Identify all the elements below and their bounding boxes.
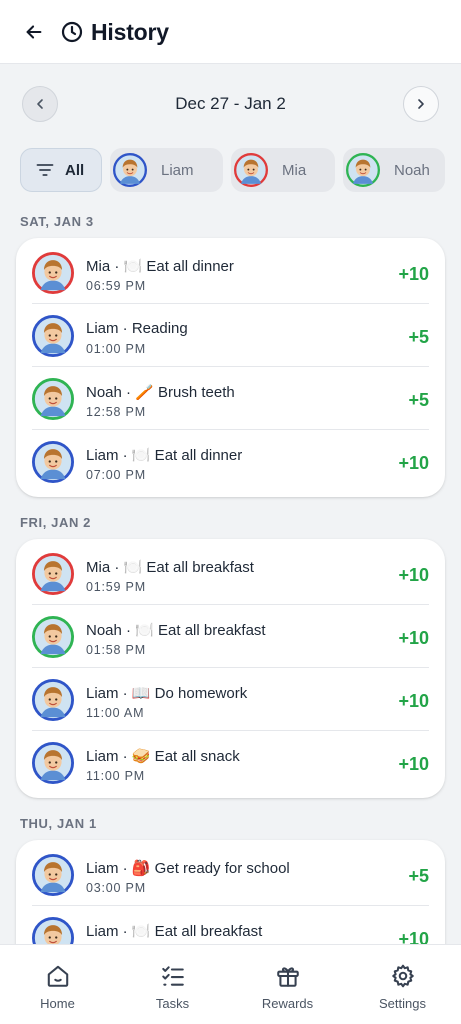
week-navigator: Dec 27 - Jan 2 (22, 84, 439, 124)
entry-title: Liam · 🎒 Get ready for school (86, 860, 290, 877)
entry-time: 03:00 PM (86, 881, 146, 895)
filter-chip-noah[interactable]: Noah (343, 148, 445, 192)
back-button[interactable] (18, 16, 50, 48)
entry-title: Mia · 🍽️ Eat all breakfast (86, 559, 254, 576)
avatar (32, 679, 74, 721)
filter-chip-label: Mia (282, 161, 307, 179)
entry-points: +10 (398, 453, 429, 473)
avatar (346, 153, 380, 187)
nav-tab-label: Home (40, 996, 75, 1011)
avatar (32, 252, 74, 294)
tasks-icon (160, 963, 186, 989)
entry-points: +5 (408, 866, 429, 886)
avatar (32, 553, 74, 595)
next-week-button[interactable] (403, 86, 439, 122)
entry-title: Liam · 🥪 Eat all snack (86, 748, 240, 765)
nav-tab-rewards[interactable]: Rewards (230, 945, 345, 1024)
nav-tab-home[interactable]: Home (0, 945, 115, 1024)
history-entry[interactable]: Liam · 📖 Do homework 11:00 AM +10 (32, 668, 429, 731)
avatar (32, 742, 74, 784)
gear-icon (390, 963, 416, 989)
entry-time: 01:58 PM (86, 643, 146, 657)
avatar (113, 153, 147, 187)
history-entry[interactable]: Liam · 🥪 Eat all snack 11:00 PM +10 (32, 731, 429, 794)
page-title: History (91, 18, 169, 45)
history-entry[interactable]: Liam · Reading 01:00 PM +5 (32, 304, 429, 367)
nav-tab-settings[interactable]: Settings (345, 945, 460, 1024)
filter-chip-label: All (65, 161, 85, 179)
week-range-label: Dec 27 - Jan 2 (175, 94, 286, 113)
nav-tab-label: Tasks (155, 996, 190, 1011)
entry-title: Liam · 🍽️ Eat all dinner (86, 447, 243, 464)
avatar (32, 315, 74, 357)
bottom-nav: Home Tasks Rewards Settings (0, 944, 461, 1024)
entry-time: 07:00 PM (86, 468, 146, 482)
kid-filter-bar: All Liam Mia Noah (20, 148, 461, 192)
nav-tab-label: Rewards (261, 996, 314, 1011)
filter-chip-mia[interactable]: Mia (231, 148, 335, 192)
avatar (32, 854, 74, 896)
avatar (234, 153, 268, 187)
entry-time: 12:58 PM (86, 405, 146, 419)
chevron-right-icon (418, 99, 424, 109)
filter-chip-liam[interactable]: Liam (110, 148, 223, 192)
entry-points: +10 (398, 264, 429, 284)
day-card: Mia · 🍽️ Eat all dinner 06:59 PM +10 Lia… (16, 238, 445, 497)
filter-icon (36, 164, 54, 176)
entry-title: Mia · 🍽️ Eat all dinner (86, 258, 234, 275)
history-entry[interactable]: Liam · 🍽️ Eat all dinner 07:00 PM +10 (32, 430, 429, 493)
entry-title: Noah · 🪥 Brush teeth (86, 384, 235, 401)
filter-chip-label: Liam (161, 161, 194, 179)
entry-points: +10 (398, 691, 429, 711)
home-icon (45, 963, 71, 989)
entry-time: 01:00 PM (86, 342, 146, 356)
entry-points: +10 (398, 628, 429, 648)
entry-title: Liam · 🍽️ Eat all breakfast (86, 923, 263, 940)
entry-points: +5 (408, 390, 429, 410)
nav-tab-label: Settings (379, 996, 426, 1011)
arrow-left-icon (26, 25, 42, 39)
entry-points: +5 (408, 327, 429, 347)
avatar (32, 616, 74, 658)
day-header: SAT, JAN 3 (20, 214, 94, 229)
history-entry[interactable]: Mia · 🍽️ Eat all breakfast 01:59 PM +10 (32, 542, 429, 605)
entry-points: +10 (398, 565, 429, 585)
filter-chip-all[interactable]: All (20, 148, 102, 192)
day-card: Mia · 🍽️ Eat all breakfast 01:59 PM +10 … (16, 539, 445, 798)
nav-tab-tasks[interactable]: Tasks (115, 945, 230, 1024)
history-entry[interactable]: Mia · 🍽️ Eat all dinner 06:59 PM +10 (32, 241, 429, 304)
entry-time: 06:59 PM (86, 279, 146, 293)
history-entry[interactable]: Noah · 🪥 Brush teeth 12:58 PM +5 (32, 367, 429, 430)
entry-title: Liam · Reading (86, 320, 188, 337)
clock-icon (60, 20, 84, 44)
gift-icon (275, 963, 301, 989)
entry-title: Liam · 📖 Do homework (86, 685, 248, 702)
day-header: THU, JAN 1 (20, 816, 97, 831)
avatar (32, 441, 74, 483)
history-entry[interactable]: Liam · 🎒 Get ready for school 03:00 PM +… (32, 843, 429, 906)
entry-time: 11:00 PM (86, 769, 145, 783)
history-entry[interactable]: Noah · 🍽️ Eat all breakfast 01:58 PM +10 (32, 605, 429, 668)
entry-title: Noah · 🍽️ Eat all breakfast (86, 622, 266, 639)
day-header: FRI, JAN 2 (20, 515, 92, 530)
entry-time: 11:00 AM (86, 706, 145, 720)
entry-points: +10 (398, 754, 429, 774)
avatar (32, 378, 74, 420)
entry-time: 01:59 PM (86, 580, 146, 594)
filter-chip-label: Noah (394, 161, 430, 179)
app-header: History (0, 0, 461, 64)
